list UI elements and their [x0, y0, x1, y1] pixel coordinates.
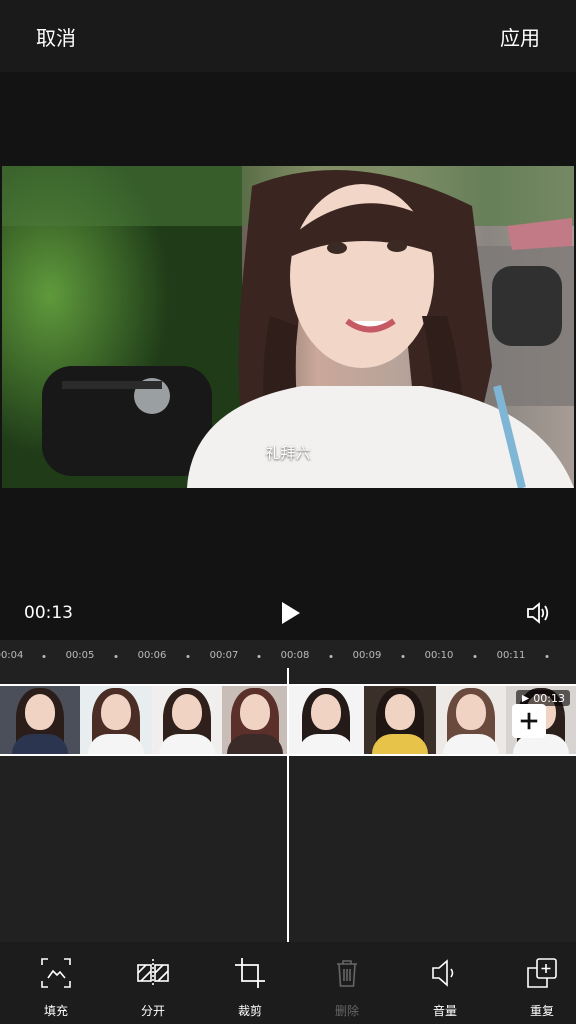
playhead[interactable] — [287, 668, 289, 942]
fill-label: 填充 — [43, 1004, 68, 1018]
volume-button[interactable]: 音量 — [410, 956, 480, 1019]
volume-icon — [432, 959, 454, 987]
ruler-dot — [401, 655, 405, 658]
clip-thumbnail — [364, 686, 436, 754]
clip-duration: 00:13 — [533, 691, 565, 705]
add-clip-button[interactable] — [512, 704, 546, 738]
current-time: 00:13 — [24, 603, 73, 623]
split-button[interactable]: 分开 — [118, 956, 188, 1019]
ruler-dot — [186, 655, 190, 658]
clip-thumbnail — [222, 686, 288, 754]
fill-icon — [41, 958, 71, 988]
video-preview[interactable]: 礼拜六 — [2, 166, 574, 488]
video-icon — [522, 694, 530, 702]
ruler-tick: 00:08 — [280, 650, 310, 661]
play-icon — [282, 602, 300, 624]
crop-button[interactable]: 裁剪 — [215, 956, 285, 1019]
split-icon — [137, 959, 169, 987]
clip-thumbnail — [436, 686, 506, 754]
apply-button[interactable]: 应用 — [500, 22, 540, 51]
ruler-tick: 00:05 — [65, 650, 95, 661]
ruler-dot — [42, 655, 46, 658]
trash-icon — [337, 960, 357, 987]
mute-button[interactable] — [524, 599, 552, 627]
ruler-tick: 00:11 — [496, 650, 526, 661]
delete-button[interactable]: 删除 — [312, 956, 382, 1019]
video-subtitle: 礼拜六 — [265, 444, 311, 462]
ruler-tick: 00:04 — [0, 650, 24, 661]
duplicate-icon — [527, 958, 557, 988]
playback-controls: 00:13 — [0, 584, 576, 640]
ruler-dot — [329, 655, 333, 658]
duplicate-button[interactable]: 重复 — [507, 956, 576, 1019]
ruler-tick: 00:10 — [424, 650, 454, 661]
preview-area: 礼拜六 — [0, 72, 576, 640]
ruler-tick: 00:07 — [209, 650, 239, 661]
split-label: 分开 — [140, 1004, 165, 1018]
ruler-dot — [257, 655, 261, 658]
crop-icon — [235, 958, 265, 988]
crop-label: 裁剪 — [237, 1004, 262, 1018]
plus-icon — [520, 712, 538, 730]
edit-toolbar: 填充 分开 裁剪 删除 音量 重复 — [0, 942, 576, 1024]
ruler-dot — [114, 655, 118, 658]
duplicate-label: 重复 — [529, 1004, 554, 1018]
ruler-tick: 00:09 — [352, 650, 382, 661]
volume-label: 音量 — [432, 1004, 457, 1018]
ruler-dot — [473, 655, 477, 658]
video-frame-image — [2, 166, 574, 488]
cancel-button[interactable]: 取消 — [36, 22, 76, 51]
clip-thumbnail — [288, 686, 364, 754]
play-button[interactable] — [276, 599, 304, 627]
ruler-tick: 00:06 — [137, 650, 167, 661]
delete-label: 删除 — [334, 1004, 359, 1018]
timeline[interactable]: 00:04 00:05 00:06 00:07 00:08 00:09 00:1… — [0, 640, 576, 942]
clip-thumbnail — [0, 686, 80, 754]
ruler-dot — [545, 655, 549, 658]
fill-button[interactable]: 填充 — [21, 956, 91, 1019]
top-bar: 取消 应用 — [0, 0, 576, 72]
clip-thumbnail — [152, 686, 222, 754]
speaker-icon — [527, 602, 549, 624]
clip-thumbnail — [80, 686, 152, 754]
